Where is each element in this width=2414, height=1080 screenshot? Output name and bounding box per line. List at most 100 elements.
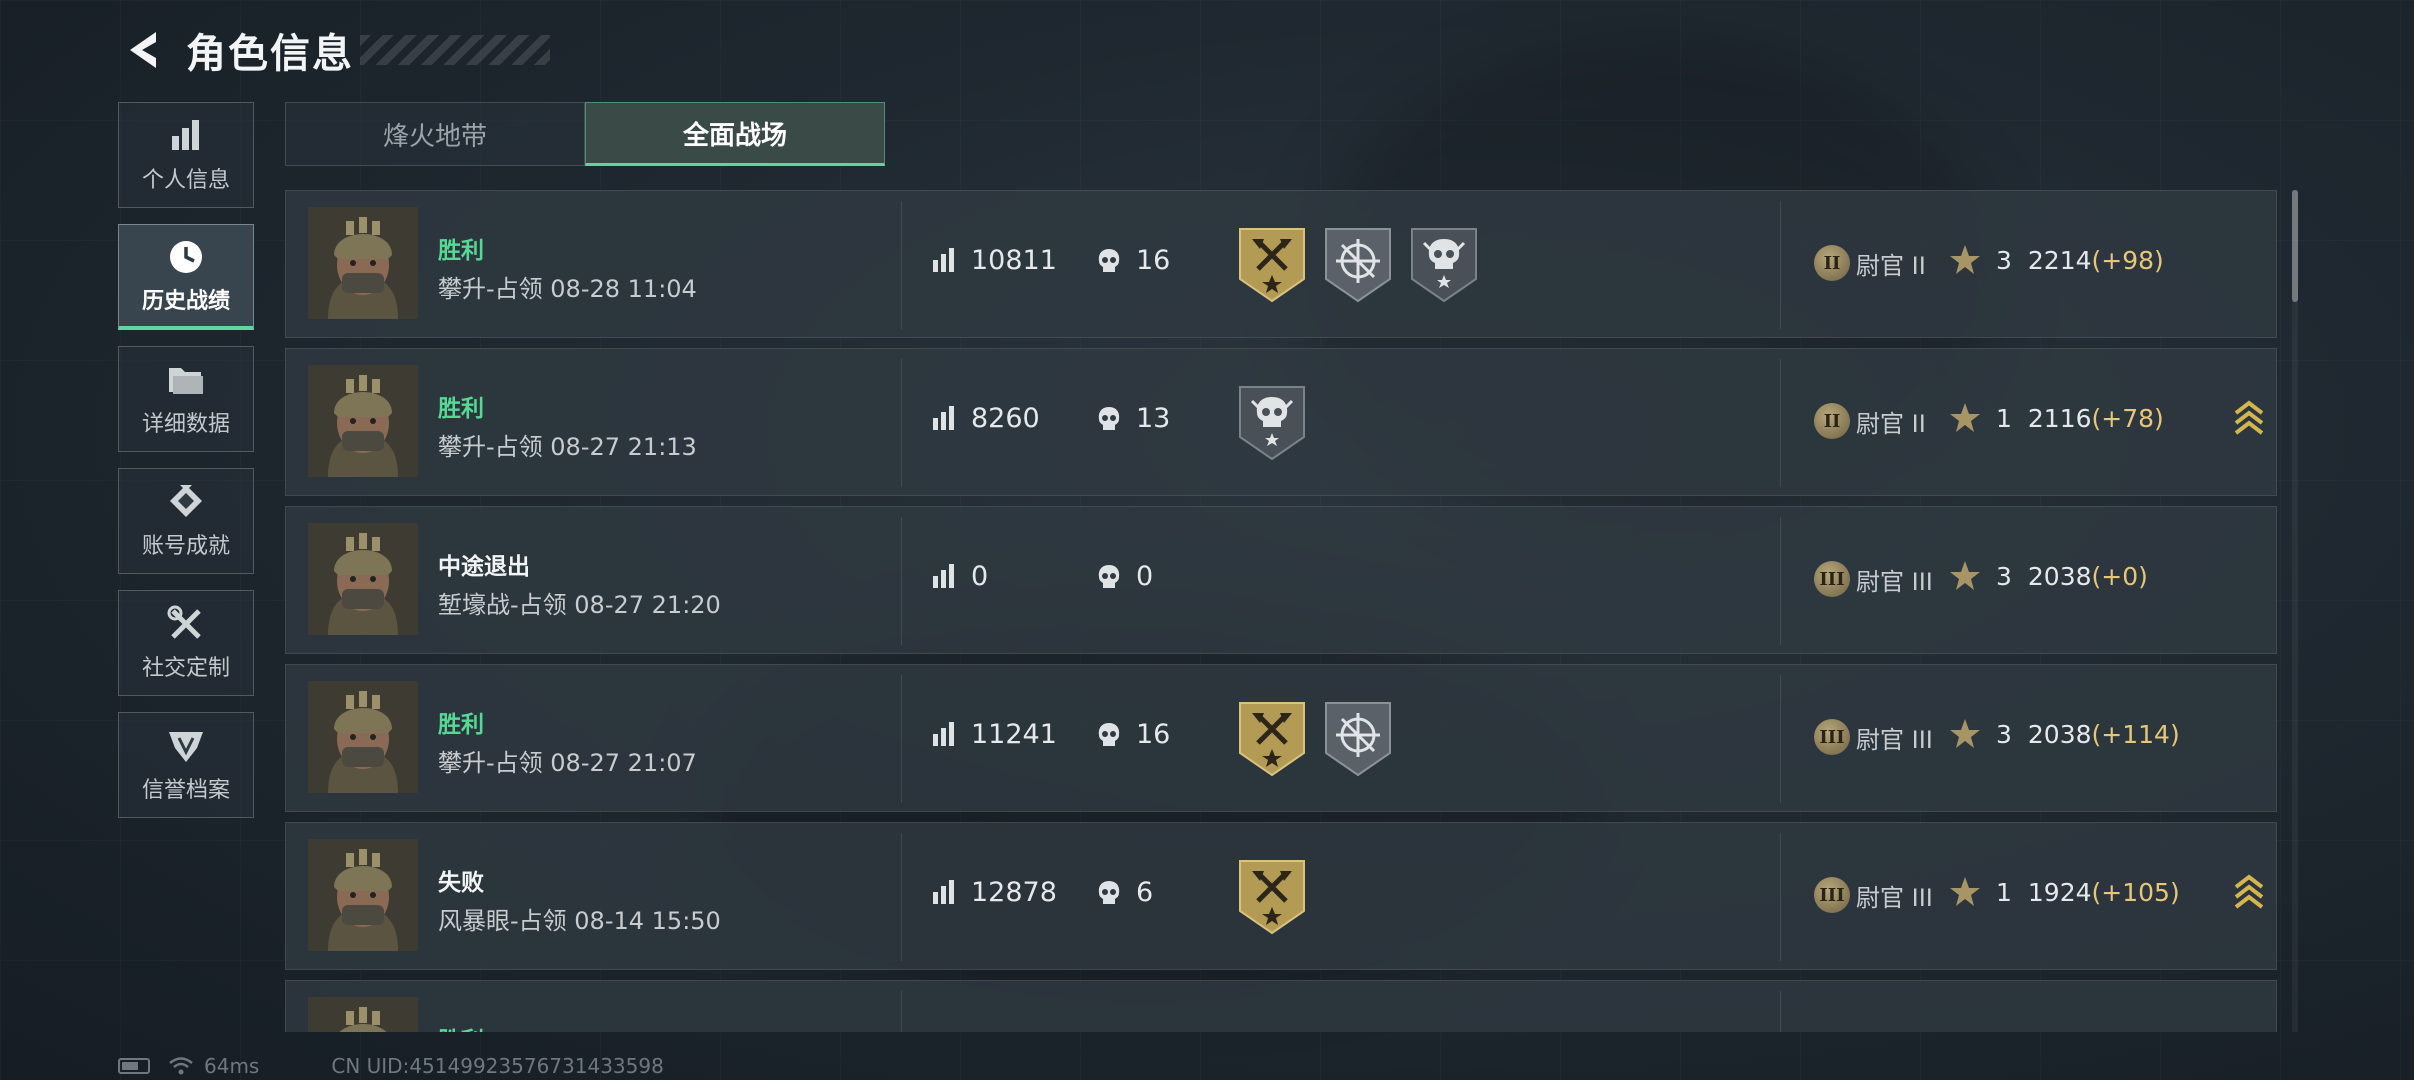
rank-label: 尉官 II [1856, 409, 1926, 438]
match-row[interactable]: 胜利 攀升-占领 08-27 21:13 8260 13 II 尉官 II 1 2116 (+7… [285, 348, 2277, 496]
sidebar-item-credit-record[interactable]: 信誉档案 [118, 712, 254, 818]
mode-tabs: 烽火地带 全面战场 [285, 102, 885, 166]
star-icon [1948, 717, 1982, 751]
back-arrow-icon [130, 32, 156, 68]
kills-value: 16 [1136, 245, 1171, 276]
match-score: 0 [931, 561, 988, 592]
points-delta: (+114) [2091, 719, 2180, 749]
score-value: 11241 [971, 719, 1057, 750]
sidebar-item-label: 历史战绩 [141, 288, 230, 314]
rank-info: III 尉官 III [1814, 561, 1933, 597]
sidebar: 个人信息 历史战绩 详细数据 账号成就 社交定制 信誉档案 [118, 102, 256, 834]
gold-axe-badge-icon [1238, 227, 1306, 303]
score-value: 0 [971, 561, 989, 592]
rank-medal-icon: III [1814, 561, 1850, 597]
match-badges [1238, 227, 1496, 303]
wifi-icon [168, 1056, 194, 1076]
divider [1780, 517, 1781, 645]
score-value: 8260 [971, 403, 1040, 434]
sidebar-item-label: 个人信息 [141, 168, 230, 193]
bar-chart-icon [166, 116, 206, 156]
divider [1780, 201, 1781, 329]
divider [1780, 359, 1781, 487]
score-bar-icon [931, 563, 957, 590]
shield-icon [166, 726, 206, 766]
divider [901, 201, 902, 329]
tab-full-battlefield[interactable]: 全面战场 [585, 102, 885, 166]
divider [901, 517, 902, 645]
rank-points: 2038 [2027, 561, 2092, 591]
star-points: 3 2214 (+98) [1948, 243, 2164, 277]
crosshair-badge-icon [1324, 701, 1392, 777]
avatar [308, 207, 418, 319]
divider [901, 359, 902, 487]
sidebar-item-label: 社交定制 [141, 656, 230, 681]
points-delta: (+105) [2091, 877, 2180, 907]
match-row[interactable]: 胜利 攀升-占领 08-27 21:07 11241 16 III 尉官 III 3 2038… [285, 664, 2277, 812]
sidebar-item-label: 详细数据 [141, 412, 230, 437]
match-row[interactable]: 中途退出 堑壕战-占领 08-27 21:20 0 0 III 尉官 III 3 2038 (+… [285, 506, 2277, 654]
match-badges [1238, 385, 1324, 461]
scrollbar[interactable] [2292, 190, 2298, 1032]
gold-axe-badge-icon [1238, 859, 1306, 935]
match-score: 8260 [931, 403, 1040, 434]
match-kills: 0 [1096, 561, 1153, 592]
page-title: 角色信息 [186, 31, 354, 77]
match-score: 10811 [931, 245, 1057, 276]
sidebar-item-detailed-data[interactable]: 详细数据 [118, 346, 254, 452]
sidebar-item-social-customization[interactable]: 社交定制 [118, 590, 254, 696]
promotion-chevron-icon [2234, 399, 2264, 443]
divider [901, 991, 902, 1032]
match-row[interactable]: 胜利 [285, 980, 2277, 1032]
match-kills: 16 [1096, 245, 1170, 276]
star-points: 3 2038 (+0) [1948, 559, 2148, 593]
match-history-list[interactable]: 胜利 攀升-占领 08-28 11:04 10811 16 II 尉官 II 3 2214 (+… [285, 190, 2278, 1032]
divider [1780, 675, 1781, 803]
back-button[interactable] [118, 22, 166, 78]
match-score: 11241 [931, 719, 1057, 750]
title-decoration [360, 35, 550, 65]
match-row[interactable]: 失败 风暴眼-占领 08-14 15:50 12878 6 III 尉官 III 1 1924… [285, 822, 2277, 970]
score-value: 12878 [971, 877, 1057, 908]
skull-icon [1096, 879, 1122, 907]
score-value: 10811 [971, 245, 1057, 276]
match-result: 胜利 [438, 712, 484, 738]
star-count: 1 [1996, 403, 2012, 433]
match-mode-time: 攀升-占领 08-27 21:07 [438, 749, 697, 777]
sidebar-item-personal-info[interactable]: 个人信息 [118, 102, 254, 208]
sidebar-item-match-history[interactable]: 历史战绩 [118, 224, 254, 330]
match-result: 失败 [438, 870, 484, 896]
kills-value: 6 [1136, 877, 1154, 908]
divider [901, 833, 902, 961]
skull-icon [1096, 405, 1122, 433]
avatar [308, 839, 418, 951]
rank-info: III 尉官 III [1814, 719, 1933, 755]
match-kills: 16 [1096, 719, 1170, 750]
match-mode-time: 攀升-占领 08-28 11:04 [438, 275, 697, 303]
divider [901, 675, 902, 803]
match-result: 胜利 [438, 238, 484, 264]
avatar [308, 997, 418, 1032]
rank-label: 尉官 III [1856, 567, 1933, 596]
match-badges [1238, 859, 1324, 935]
sidebar-item-achievements[interactable]: 账号成就 [118, 468, 254, 574]
tab-warfare-zone[interactable]: 烽火地带 [285, 102, 585, 166]
match-score: 12878 [931, 877, 1057, 908]
scrollbar-thumb[interactable] [2292, 190, 2298, 302]
score-bar-icon [931, 405, 957, 432]
divider [1780, 991, 1781, 1032]
page-header: 角色信息 [118, 22, 550, 78]
rank-info: III 尉官 III [1814, 877, 1933, 913]
match-mode-time: 风暴眼-占领 08-14 15:50 [438, 907, 721, 935]
match-row[interactable]: 胜利 攀升-占领 08-28 11:04 10811 16 II 尉官 II 3 2214 (+… [285, 190, 2277, 338]
rank-points: 2214 [2027, 245, 2092, 275]
match-result: 胜利 [438, 396, 484, 422]
rank-label: 尉官 II [1856, 251, 1926, 280]
battery-icon [118, 1058, 150, 1074]
clock-icon [166, 237, 206, 277]
gold-axe-badge-icon [1238, 701, 1306, 777]
skull-icon [1096, 563, 1122, 591]
avatar [308, 523, 418, 635]
match-badges [1238, 701, 1410, 777]
rank-medal-icon: III [1814, 719, 1850, 755]
